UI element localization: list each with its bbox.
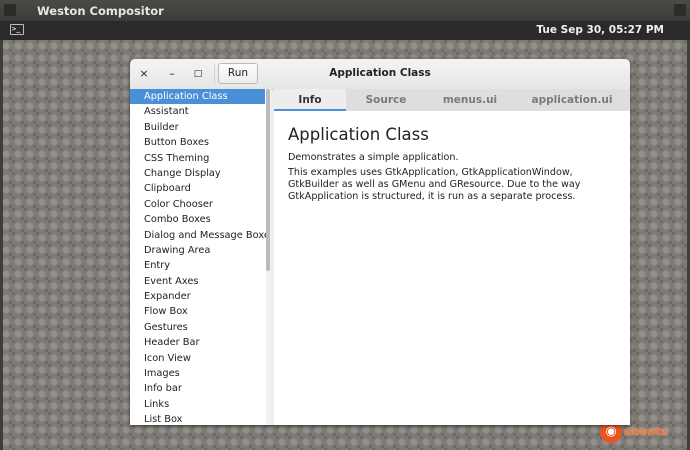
window-title: Application Class	[329, 67, 431, 79]
sidebar-item[interactable]: Links	[130, 397, 268, 412]
sidebar-item[interactable]: Header Bar	[130, 335, 268, 350]
left-border	[0, 40, 3, 450]
header-bar: × – □ Run Application Class	[130, 59, 630, 90]
sidebar-item[interactable]: Combo Boxes	[130, 212, 268, 227]
content-heading: Application Class	[288, 125, 429, 144]
tab-bar: Info Source menus.ui application.ui	[274, 89, 630, 112]
compositor-titlebar: Weston Compositor	[0, 0, 690, 21]
sidebar-item[interactable]: Entry	[130, 258, 268, 273]
tab-application-ui[interactable]: application.ui	[514, 89, 630, 111]
sidebar-item[interactable]: Info bar	[130, 381, 268, 396]
sidebar-item[interactable]: Icon View	[130, 351, 268, 366]
compositor-title: Weston Compositor	[37, 4, 164, 18]
header-separator	[214, 64, 215, 84]
maximize-icon[interactable]: □	[190, 66, 206, 82]
scrollbar-thumb[interactable]	[266, 89, 270, 271]
window-menu-icon[interactable]	[4, 4, 16, 16]
sidebar-item[interactable]: Dialog and Message Boxes	[130, 228, 268, 243]
panel-clock: Tue Sep 30, 05:27 PM	[536, 24, 664, 36]
sidebar-item[interactable]: Gestures	[130, 320, 268, 335]
sidebar-item[interactable]: Assistant	[130, 104, 268, 119]
sidebar-item[interactable]: Builder	[130, 120, 268, 135]
close-icon[interactable]: ×	[136, 66, 152, 82]
info-panel: Application Class Demonstrates a simple …	[274, 111, 630, 425]
sidebar-item[interactable]: Change Display	[130, 166, 268, 181]
content-description: This examples uses GtkApplication, GtkAp…	[288, 167, 581, 202]
sidebar-item[interactable]: Button Boxes	[130, 135, 268, 150]
sidebar-item[interactable]: Expander	[130, 289, 268, 304]
app-window: × – □ Run Application Class Application …	[130, 59, 630, 425]
sidebar-item[interactable]: Images	[130, 366, 268, 381]
sidebar-item[interactable]: Color Chooser	[130, 197, 268, 212]
watermark-text: ubuntu	[624, 425, 669, 438]
tab-menus-ui[interactable]: menus.ui	[426, 89, 514, 111]
sidebar-item[interactable]: Flow Box	[130, 304, 268, 319]
sidebar-item[interactable]: Application Class	[130, 89, 265, 105]
sidebar-item[interactable]: Event Axes	[130, 274, 268, 289]
sidebar-item[interactable]: Clipboard	[130, 181, 268, 196]
demo-list[interactable]: Application Class Assistant Builder Button …	[130, 89, 269, 425]
compositor-close-icon[interactable]	[674, 4, 686, 16]
tab-source[interactable]: Source	[346, 89, 426, 111]
sidebar-scrollbar[interactable]	[266, 89, 271, 425]
sidebar-item[interactable]: Drawing Area	[130, 243, 268, 258]
sidebar-item[interactable]: List Box	[130, 412, 268, 425]
tab-info[interactable]: Info	[274, 89, 346, 111]
content-summary: Demonstrates a simple application.	[288, 152, 459, 163]
run-button[interactable]: Run	[218, 63, 258, 84]
minimize-icon[interactable]: –	[164, 66, 180, 82]
sidebar-item[interactable]: CSS Theming	[130, 151, 268, 166]
top-panel: >_ Tue Sep 30, 05:27 PM	[0, 21, 690, 40]
terminal-launcher-icon[interactable]: >_	[10, 24, 24, 35]
